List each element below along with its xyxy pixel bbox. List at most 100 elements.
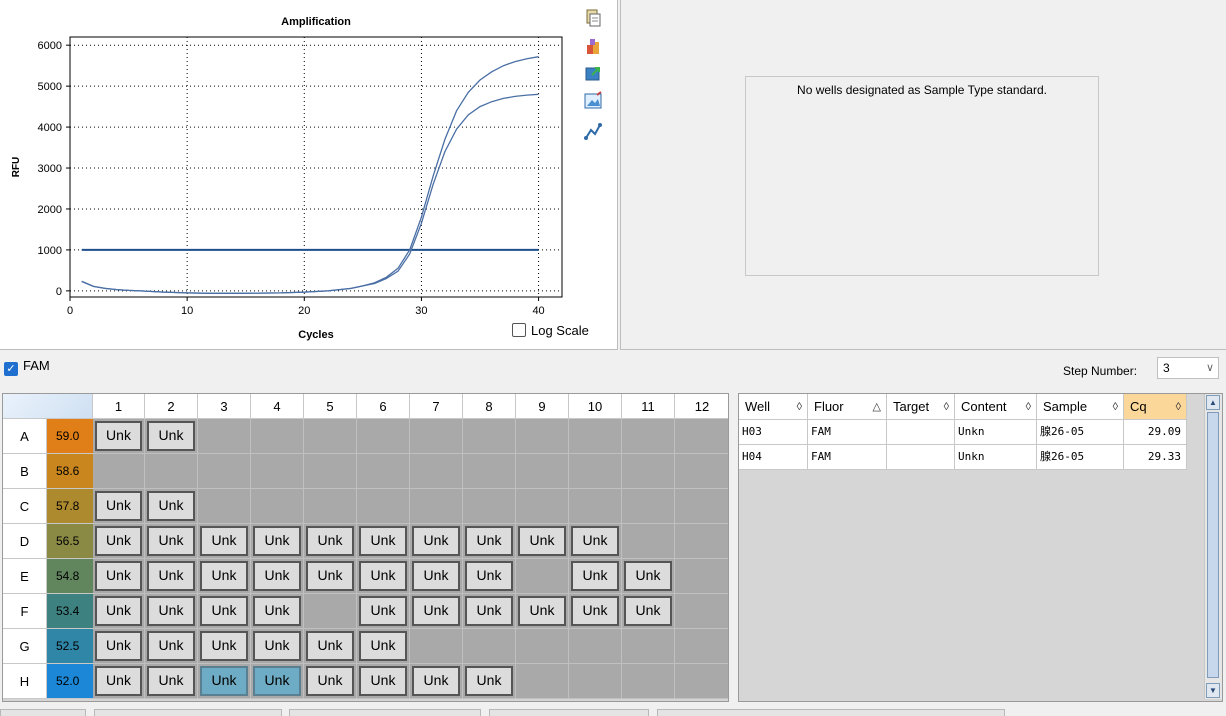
image-icon[interactable] — [583, 91, 603, 111]
well-H3[interactable]: Unk — [200, 666, 248, 696]
plate-well-cell[interactable]: Unk — [251, 664, 304, 699]
well-F11[interactable]: Unk — [624, 596, 672, 626]
plate-well-cell[interactable] — [198, 489, 251, 524]
plate-well-cell[interactable]: Unk — [516, 524, 569, 559]
scroll-up-icon[interactable]: ▲ — [1206, 395, 1220, 410]
plate-well-cell[interactable]: Unk — [304, 524, 357, 559]
plate-well-cell[interactable]: Unk — [93, 559, 145, 594]
plate-well-cell[interactable] — [622, 454, 675, 489]
table-cell[interactable]: H03 — [739, 420, 808, 445]
plate-well-cell[interactable] — [569, 419, 622, 454]
plate-well-cell[interactable]: Unk — [93, 594, 145, 629]
well-D7[interactable]: Unk — [412, 526, 460, 556]
plate-well-cell[interactable]: Unk — [198, 664, 251, 699]
plate-well-cell[interactable]: Unk — [93, 664, 145, 699]
amplification-chart[interactable]: 0 10 20 30 40 0 1000 2000 3000 4000 5000 6000 Amplif… — [0, 0, 617, 349]
row-header[interactable]: H — [3, 664, 47, 699]
column-header[interactable]: 3 — [198, 394, 251, 419]
column-header[interactable]: 5 — [304, 394, 357, 419]
column-header[interactable]: 8 — [463, 394, 516, 419]
plate-well-cell[interactable] — [93, 454, 145, 489]
bottom-tab[interactable] — [0, 709, 86, 716]
plate-well-cell[interactable] — [516, 629, 569, 664]
plate-well-cell[interactable]: Unk — [622, 559, 675, 594]
well-D9[interactable]: Unk — [518, 526, 566, 556]
check-icon[interactable]: ✓ — [4, 362, 18, 376]
table-cell[interactable] — [887, 420, 955, 445]
row-header[interactable]: E — [3, 559, 47, 594]
plate-well-cell[interactable] — [622, 489, 675, 524]
well-F1[interactable]: Unk — [95, 596, 142, 626]
well-G4[interactable]: Unk — [253, 631, 301, 661]
plate-well-cell[interactable] — [198, 419, 251, 454]
row-header[interactable]: B — [3, 454, 47, 489]
well-F6[interactable]: Unk — [359, 596, 407, 626]
column-header[interactable]: 10 — [569, 394, 622, 419]
bottom-tab[interactable] — [289, 709, 481, 716]
well-H7[interactable]: Unk — [412, 666, 460, 696]
plate-well-cell[interactable]: Unk — [145, 489, 198, 524]
bottom-tab[interactable] — [489, 709, 649, 716]
table-cell[interactable]: 腺26-05 — [1037, 445, 1124, 470]
well-H4[interactable]: Unk — [253, 666, 301, 696]
plate-well-cell[interactable]: Unk — [357, 664, 410, 699]
plate-well-cell[interactable]: Unk — [198, 559, 251, 594]
sort-icon[interactable]: ◊ — [1113, 394, 1118, 420]
well-D10[interactable]: Unk — [571, 526, 619, 556]
well-A2[interactable]: Unk — [147, 421, 195, 451]
column-header-content[interactable]: Content ◊ — [955, 394, 1037, 420]
plate-well-cell[interactable] — [516, 419, 569, 454]
plate-well-cell[interactable]: Unk — [357, 559, 410, 594]
plate-well-cell[interactable] — [516, 489, 569, 524]
plate-well-cell[interactable]: Unk — [304, 629, 357, 664]
table-cell[interactable]: 29.09 — [1124, 420, 1187, 445]
well-G1[interactable]: Unk — [95, 631, 142, 661]
plate-well-cell[interactable]: Unk — [410, 559, 463, 594]
plate-well-cell[interactable]: Unk — [357, 629, 410, 664]
plate-well-cell[interactable]: Unk — [463, 664, 516, 699]
column-header-cq[interactable]: Cq ◊ — [1124, 394, 1187, 420]
well-E7[interactable]: Unk — [412, 561, 460, 591]
plate-well-cell[interactable] — [304, 489, 357, 524]
plate-well-cell[interactable] — [463, 419, 516, 454]
plate-well-cell[interactable]: Unk — [357, 524, 410, 559]
well-D3[interactable]: Unk — [200, 526, 248, 556]
well-G5[interactable]: Unk — [306, 631, 354, 661]
well-D6[interactable]: Unk — [359, 526, 407, 556]
plate-well-cell[interactable] — [569, 489, 622, 524]
column-header[interactable]: 12 — [675, 394, 728, 419]
plate-well-cell[interactable] — [569, 454, 622, 489]
well-E11[interactable]: Unk — [624, 561, 672, 591]
well-E2[interactable]: Unk — [147, 561, 195, 591]
plate-well-cell[interactable] — [675, 489, 728, 524]
plate-well-cell[interactable] — [675, 559, 728, 594]
plate-well-cell[interactable] — [357, 454, 410, 489]
well-C2[interactable]: Unk — [147, 491, 195, 521]
export-icon[interactable] — [583, 36, 603, 56]
plate-well-cell[interactable]: Unk — [145, 419, 198, 454]
sort-icon[interactable]: ◊ — [1176, 394, 1181, 420]
log-scale-checkbox[interactable]: Log Scale — [512, 323, 589, 338]
plate-well-cell[interactable]: Unk — [463, 594, 516, 629]
plate-corner[interactable] — [3, 394, 93, 419]
plate-well-cell[interactable]: Unk — [622, 594, 675, 629]
plate-well-cell[interactable] — [463, 489, 516, 524]
plate-well-cell[interactable] — [251, 454, 304, 489]
table-cell[interactable]: H04 — [739, 445, 808, 470]
plate-well-cell[interactable]: Unk — [569, 594, 622, 629]
plate-well-cell[interactable] — [357, 489, 410, 524]
plate-well-cell[interactable]: Unk — [145, 629, 198, 664]
column-header-target[interactable]: Target ◊ — [887, 394, 955, 420]
column-header[interactable]: 7 — [410, 394, 463, 419]
sort-icon[interactable]: ◊ — [944, 394, 949, 420]
plate-well-cell[interactable]: Unk — [516, 594, 569, 629]
sort-icon[interactable]: ◊ — [797, 394, 802, 420]
column-header[interactable]: 6 — [357, 394, 410, 419]
plate-well-cell[interactable] — [675, 524, 728, 559]
plate-well-cell[interactable]: Unk — [198, 594, 251, 629]
plate-well-cell[interactable] — [410, 419, 463, 454]
plate-well-cell[interactable] — [251, 489, 304, 524]
plate-well-cell[interactable] — [675, 454, 728, 489]
bottom-tab[interactable] — [94, 709, 282, 716]
table-cell[interactable]: FAM — [808, 445, 887, 470]
